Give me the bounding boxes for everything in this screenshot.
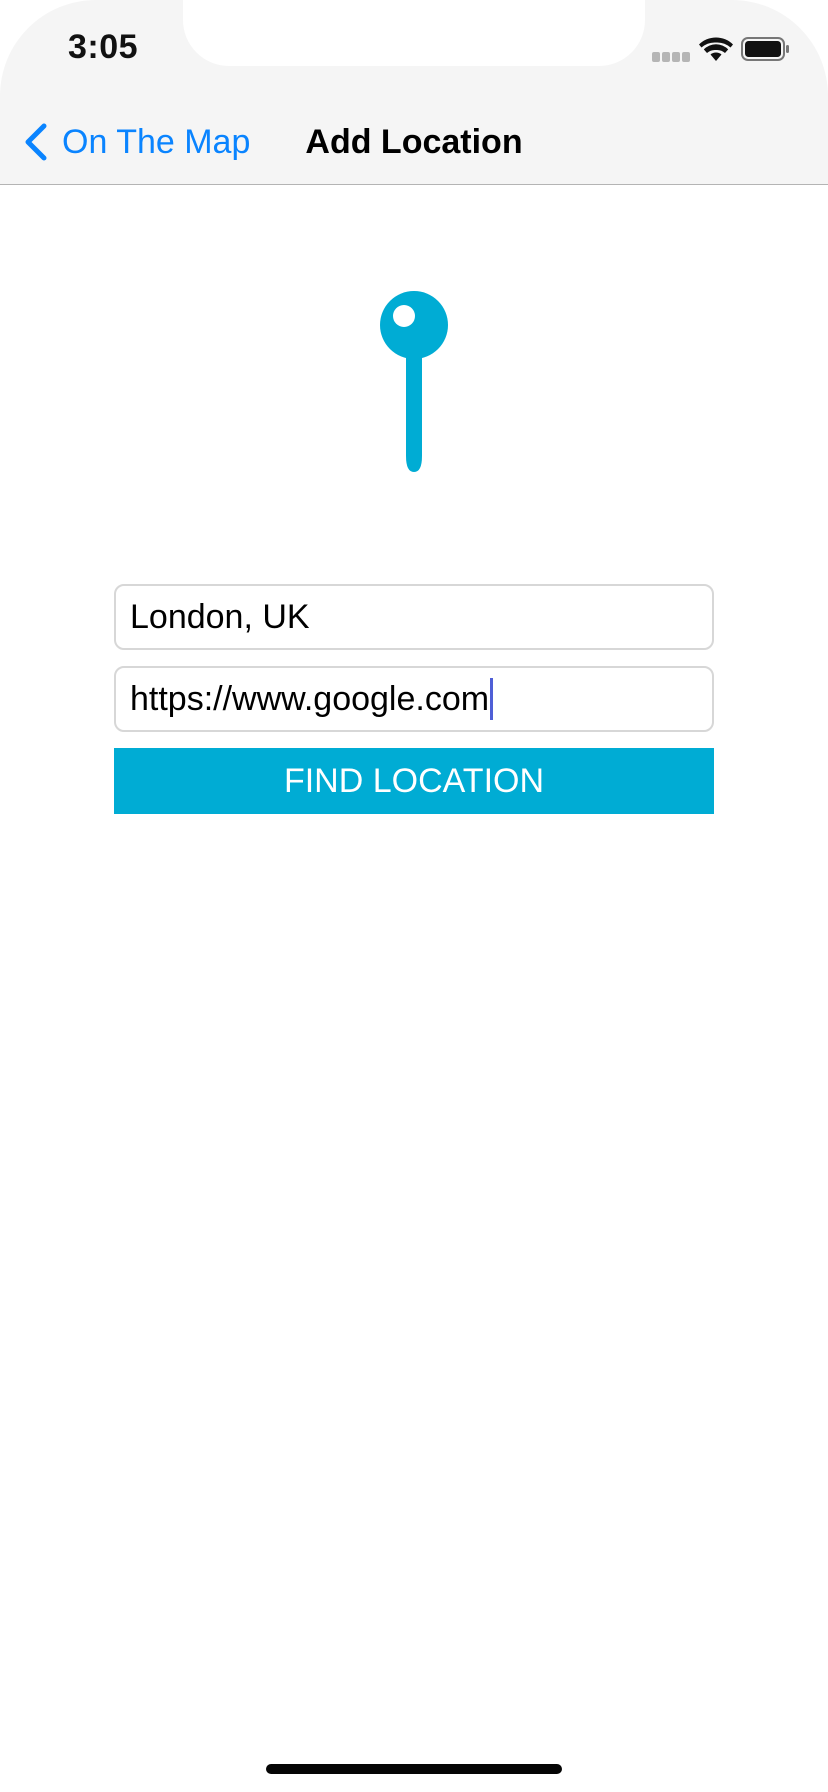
text-cursor [490, 678, 494, 720]
navigation-bar: 3:05 On The Map Add Location [0, 0, 828, 185]
cellular-signal-icon [652, 52, 690, 62]
link-field-value: https://www.google.com [130, 679, 490, 718]
location-field[interactable]: London, UK [114, 584, 714, 650]
status-time: 3:05 [68, 28, 139, 66]
back-button[interactable]: On The Map [22, 116, 250, 168]
map-pin-icon [380, 291, 448, 472]
wifi-icon [699, 37, 733, 61]
battery-icon [741, 37, 789, 61]
location-field-value: London, UK [130, 597, 310, 636]
page-title: Add Location [305, 123, 523, 161]
find-location-button[interactable]: FIND LOCATION [114, 748, 714, 814]
chevron-left-icon [25, 123, 47, 161]
home-indicator[interactable] [266, 1764, 562, 1774]
device-notch [183, 0, 645, 66]
back-button-label: On The Map [62, 122, 251, 161]
link-field[interactable]: https://www.google.com [114, 666, 714, 732]
